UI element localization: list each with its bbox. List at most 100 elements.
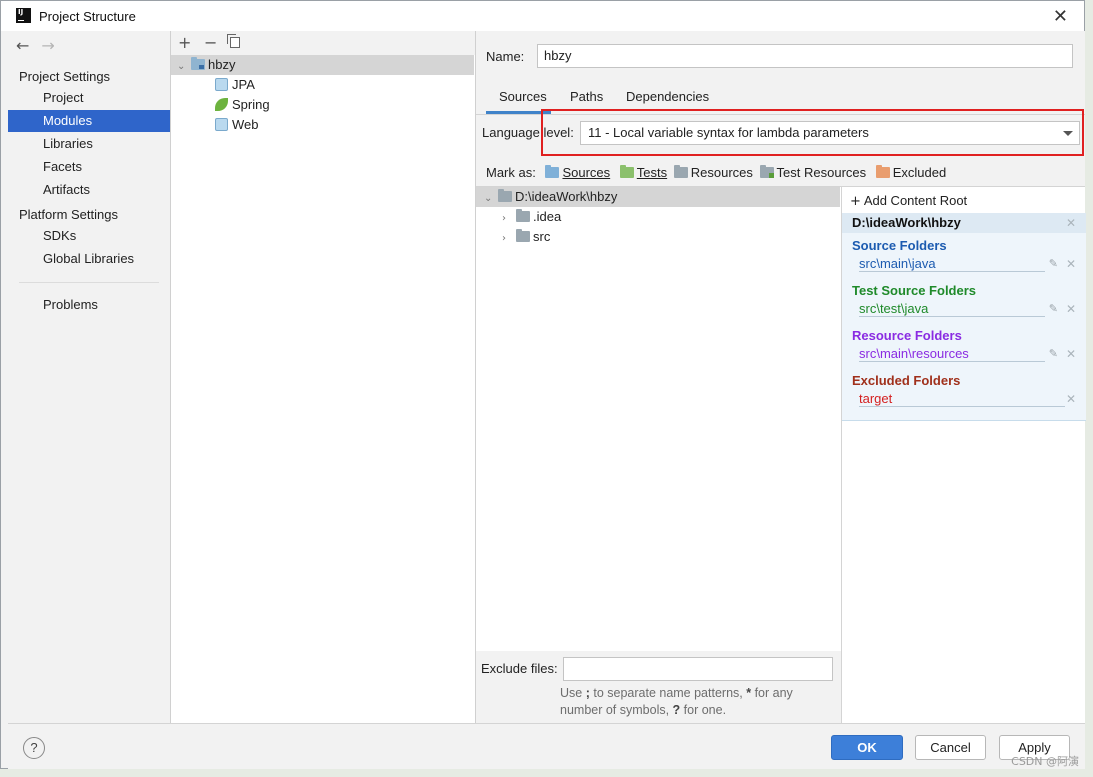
folder-label: src <box>533 229 551 244</box>
window-title: Project Structure <box>39 9 136 24</box>
sidebar-item-facets[interactable]: Facets <box>8 156 170 178</box>
sidebar-divider <box>19 282 159 283</box>
jpa-icon <box>215 78 228 91</box>
plus-icon: + <box>850 194 861 209</box>
root-path-label: D:\ideaWork\hbzy <box>515 189 618 204</box>
mark-as-excluded-button[interactable]: Excluded <box>875 165 946 180</box>
module-toolbar: + − <box>171 31 475 55</box>
ok-button[interactable]: OK <box>831 735 903 760</box>
module-settings-panel: Name: hbzy Sources Paths Dependencies La… <box>476 31 1086 723</box>
mark-as-tests-button[interactable]: Tests <box>619 165 667 180</box>
add-icon[interactable]: + <box>178 33 191 52</box>
excluded-folder-entry: target <box>859 391 893 406</box>
platform-settings-heading: Platform Settings <box>19 207 118 222</box>
resources-folder-icon <box>673 165 688 178</box>
chevron-right-icon[interactable]: › <box>502 209 516 229</box>
content-root-path: D:\ideaWork\hbzy <box>852 215 961 230</box>
facet-label: Spring <box>232 97 270 112</box>
tab-sources[interactable]: Sources <box>499 89 547 104</box>
tree-item-idea[interactable]: › .idea <box>502 207 561 227</box>
nav-arrows: ← → <box>16 36 67 55</box>
test-source-folders-title: Test Source Folders <box>852 283 977 298</box>
dialog-button-bar: ? OK Cancel Apply <box>8 723 1085 769</box>
sidebar-item-sdks[interactable]: SDKs <box>8 225 170 247</box>
edit-pencil-icon[interactable]: ✎ <box>1049 257 1058 270</box>
mark-label: Sources <box>562 165 611 180</box>
resource-folders-title: Resource Folders <box>852 328 962 343</box>
remove-folder-icon[interactable]: ✕ <box>1066 257 1076 271</box>
copy-icon[interactable] <box>227 34 240 48</box>
close-icon[interactable]: ✕ <box>1053 6 1068 27</box>
chevron-down-icon[interactable]: ⌄ <box>177 57 191 77</box>
folder-icon <box>498 189 512 202</box>
remove-folder-icon[interactable]: ✕ <box>1066 392 1076 406</box>
sidebar-item-project[interactable]: Project <box>8 87 170 109</box>
mark-as-bar: Mark as: Sources Tests Resources Test Re… <box>486 165 946 180</box>
edit-pencil-icon[interactable]: ✎ <box>1049 302 1058 315</box>
entry-underline <box>859 316 1045 317</box>
remove-root-icon[interactable]: ✕ <box>1066 216 1076 230</box>
mark-as-resources-button[interactable]: Resources <box>673 165 753 180</box>
add-content-root-label: Add Content Root <box>863 193 968 208</box>
tree-item-module[interactable]: ⌄ hbzy <box>171 55 474 75</box>
content-root-details: D:\ideaWork\hbzy ✕ Source Folders src\ma… <box>842 213 1086 421</box>
add-content-root-button[interactable]: + Add Content Root <box>850 193 967 209</box>
entry-underline <box>859 271 1045 272</box>
excluded-folders-title: Excluded Folders <box>852 373 961 388</box>
mark-as-label: Mark as: <box>486 165 536 180</box>
folder-icon <box>516 209 530 222</box>
mark-label: Resources <box>690 165 753 180</box>
remove-folder-icon[interactable]: ✕ <box>1066 302 1076 316</box>
sidebar-item-libraries[interactable]: Libraries <box>8 133 170 155</box>
remove-folder-icon[interactable]: ✕ <box>1066 347 1076 361</box>
sidebar-item-global-libraries[interactable]: Global Libraries <box>8 248 170 270</box>
mark-as-test-resources-button[interactable]: Test Resources <box>759 165 867 180</box>
web-icon <box>215 118 228 131</box>
exclude-files-label: Exclude files: <box>481 661 558 676</box>
forward-arrow-icon[interactable]: → <box>41 36 54 55</box>
mark-label: Test Resources <box>776 165 867 180</box>
excluded-folder-icon <box>875 165 890 178</box>
tab-dependencies[interactable]: Dependencies <box>626 89 709 104</box>
tree-item-jpa[interactable]: JPA <box>215 75 255 95</box>
chevron-right-icon[interactable]: › <box>502 229 516 249</box>
module-tree-panel: + − ⌄ hbzy JPA Spring Web <box>171 31 476 723</box>
chevron-down-icon <box>1063 131 1073 136</box>
language-level-dropdown[interactable]: 11 - Local variable syntax for lambda pa… <box>580 121 1080 145</box>
sidebar-item-artifacts[interactable]: Artifacts <box>8 179 170 201</box>
facet-label: Web <box>232 117 259 132</box>
settings-sidebar: ← → Project Settings Project Modules Libr… <box>8 31 171 723</box>
module-folder-icon <box>191 57 205 70</box>
folder-icon <box>516 229 530 242</box>
tab-paths[interactable]: Paths <box>570 89 603 104</box>
language-level-label: Language level: <box>482 125 574 140</box>
edit-pencil-icon[interactable]: ✎ <box>1049 347 1058 360</box>
module-name-field[interactable]: hbzy <box>537 44 1073 68</box>
facet-label: JPA <box>232 77 255 92</box>
remove-icon[interactable]: − <box>204 33 217 52</box>
title-bar: IJ Project Structure ✕ <box>1 1 1084 31</box>
content-roots-panel: + Add Content Root D:\ideaWork\hbzy ✕ So… <box>841 186 1086 723</box>
chevron-down-icon[interactable]: ⌄ <box>484 189 498 209</box>
resource-folder-entry: src\main\resources <box>859 346 969 361</box>
exclude-files-field[interactable] <box>563 657 833 681</box>
tree-item-spring[interactable]: Spring <box>215 95 270 115</box>
spring-leaf-icon <box>215 98 228 111</box>
help-button[interactable]: ? <box>23 737 45 759</box>
back-arrow-icon[interactable]: ← <box>16 36 29 55</box>
mark-as-sources-button[interactable]: Sources <box>545 165 610 180</box>
sidebar-item-modules[interactable]: Modules <box>8 110 170 132</box>
tree-item-content-root[interactable]: ⌄ D:\ideaWork\hbzy <box>476 187 840 207</box>
sidebar-item-problems[interactable]: Problems <box>8 294 170 316</box>
project-settings-heading: Project Settings <box>19 69 111 84</box>
intellij-app-icon: IJ <box>16 8 31 23</box>
tests-folder-icon <box>619 165 634 178</box>
content-root-header: D:\ideaWork\hbzy ✕ <box>842 213 1086 233</box>
exclude-files-hint: Use ; to separate name patterns, * for a… <box>560 685 830 719</box>
tree-item-src[interactable]: › src <box>502 227 550 247</box>
watermark-text: CSDN @阿演 <box>1011 755 1079 768</box>
tree-item-web[interactable]: Web <box>215 115 259 135</box>
test-source-folder-entry: src\test\java <box>859 301 929 316</box>
source-folder-tree: ⌄ D:\ideaWork\hbzy › .idea › src <box>476 186 841 651</box>
cancel-button[interactable]: Cancel <box>915 735 986 760</box>
